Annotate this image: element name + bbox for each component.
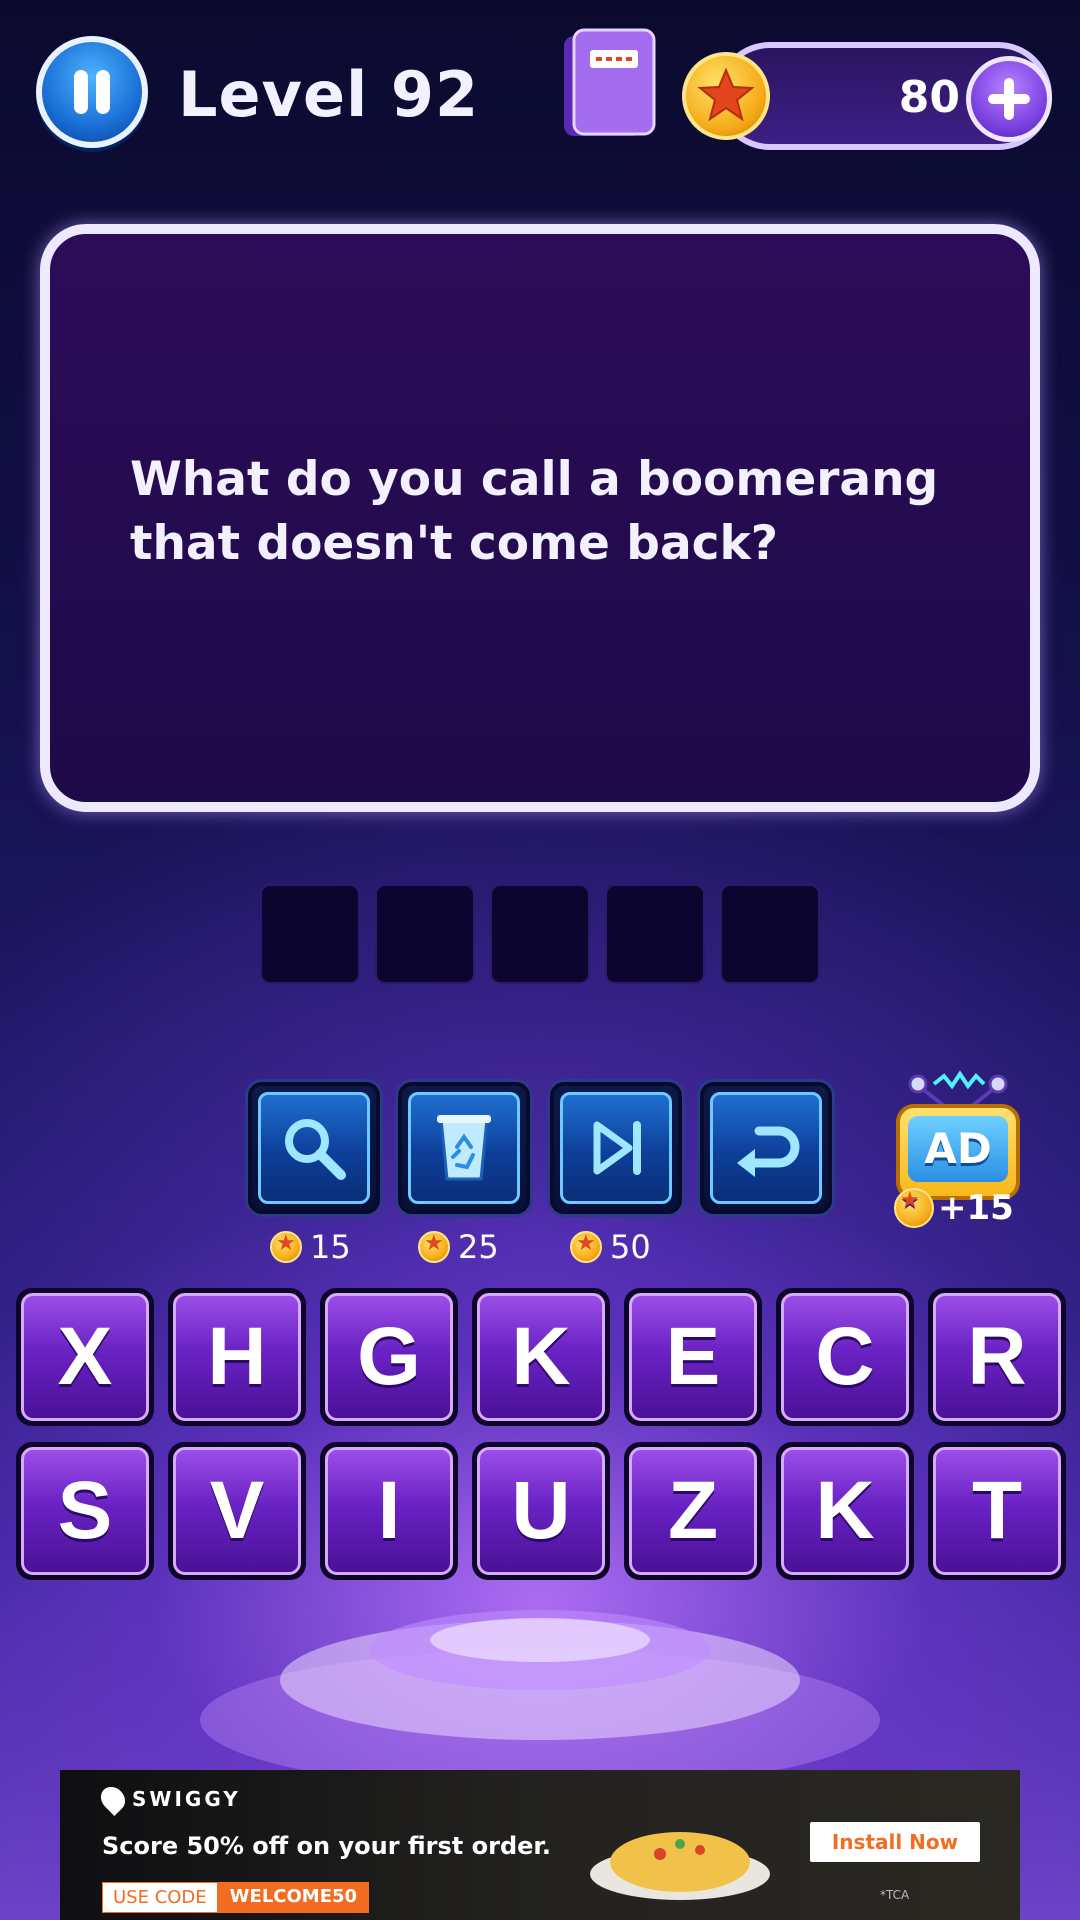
answer-slot[interactable] [375, 884, 475, 984]
coin-icon [894, 1188, 934, 1228]
letter-key[interactable]: U [472, 1442, 610, 1580]
terms-label: *TCA [880, 1888, 910, 1902]
promo-code: USE CODE WELCOME50 [102, 1882, 370, 1913]
coin-icon [682, 52, 770, 140]
ad-reward: +15 [894, 1188, 1014, 1228]
letter-key[interactable]: H [168, 1288, 306, 1426]
banner-ad[interactable]: SWIGGY Score 50% off on your first order… [60, 1770, 1020, 1920]
remove-cost: 25 [418, 1228, 499, 1266]
pause-icon [74, 70, 88, 114]
pause-button[interactable] [36, 36, 148, 148]
food-image [590, 1832, 770, 1900]
tv-icon: AD [896, 1104, 1020, 1200]
answer-slot[interactable] [720, 884, 820, 984]
brand-logo-icon [96, 1782, 130, 1816]
letter-key[interactable]: V [168, 1442, 306, 1580]
coin-icon [270, 1231, 302, 1263]
pedestal-decoration [200, 1610, 880, 1790]
ad-label: AD [908, 1116, 1008, 1182]
letter-key[interactable]: K [776, 1442, 914, 1580]
watch-ad-button[interactable]: AD +15 [894, 1070, 1024, 1228]
answer-slot[interactable] [490, 884, 590, 984]
undo-icon [737, 1126, 800, 1177]
letter-key[interactable]: R [928, 1288, 1066, 1426]
search-cost: 15 [270, 1228, 351, 1266]
letter-key[interactable]: G [320, 1288, 458, 1426]
search-icon [285, 1119, 346, 1180]
level-label: Level 92 [178, 58, 480, 131]
answer-slot[interactable] [605, 884, 705, 984]
letter-key[interactable]: Z [624, 1442, 762, 1580]
letter-key[interactable]: E [624, 1288, 762, 1426]
recycle-bin-icon [437, 1115, 491, 1181]
answer-slot[interactable] [260, 884, 360, 984]
undo-button[interactable] [700, 1082, 832, 1214]
book-icon[interactable] [556, 24, 666, 144]
install-now-button[interactable]: Install Now [810, 1822, 980, 1862]
skip-level-button[interactable] [550, 1082, 682, 1214]
letter-key[interactable]: T [928, 1442, 1066, 1580]
remove-letters-button[interactable] [398, 1082, 530, 1214]
letter-key[interactable]: I [320, 1442, 458, 1580]
banner-headline: Score 50% off on your first order. [102, 1832, 551, 1860]
coin-icon [570, 1231, 602, 1263]
skip-cost: 50 [570, 1228, 651, 1266]
banner-brand: SWIGGY [96, 1782, 241, 1816]
letter-key[interactable]: K [472, 1288, 610, 1426]
skip-icon [593, 1121, 641, 1175]
letter-key[interactable]: S [16, 1442, 154, 1580]
search-hint-button[interactable] [248, 1082, 380, 1214]
coin-icon [418, 1231, 450, 1263]
coin-count: 80 [898, 72, 960, 123]
letter-key[interactable]: X [16, 1288, 154, 1426]
letter-key[interactable]: C [776, 1288, 914, 1426]
add-coins-button[interactable] [966, 56, 1052, 142]
question-text: What do you call a boomerang that doesn'… [130, 452, 939, 571]
